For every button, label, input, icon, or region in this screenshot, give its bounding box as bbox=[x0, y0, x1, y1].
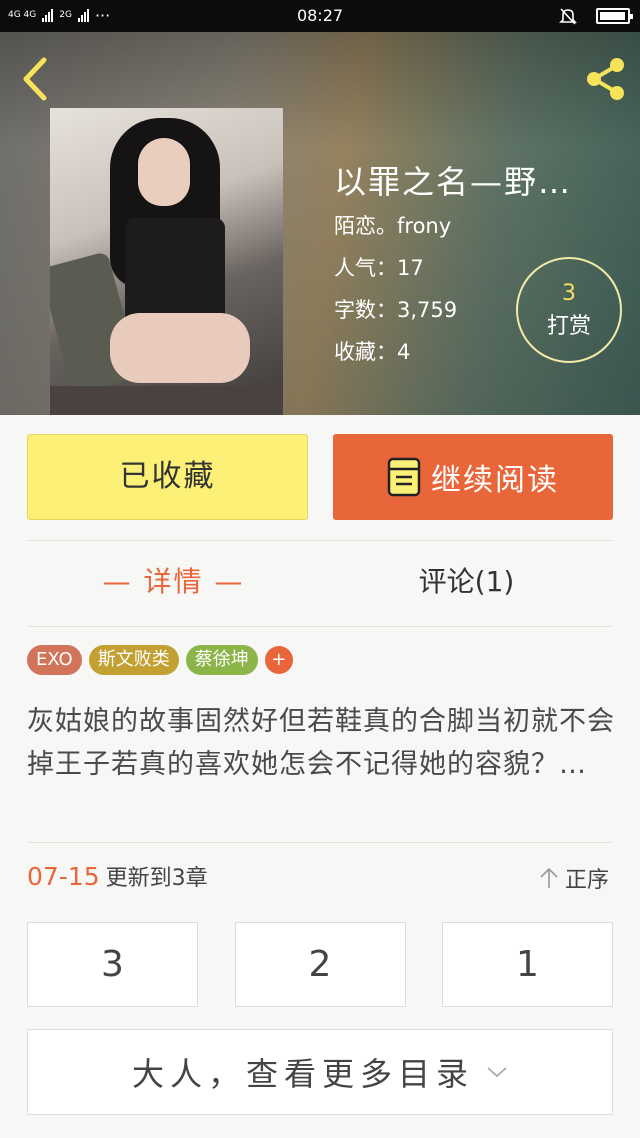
divider bbox=[27, 626, 613, 627]
book-title: 以罪之名—野… bbox=[334, 163, 573, 201]
add-tag-button[interactable]: + bbox=[264, 646, 293, 674]
tag-list: EXO 斯文败类 蔡徐坤 + bbox=[27, 645, 293, 675]
update-text: 更新到3章 bbox=[105, 866, 208, 891]
more-toc-label: 大人，查看更多目录 bbox=[131, 1055, 474, 1093]
book-author[interactable]: 陌恋。frony bbox=[334, 206, 572, 246]
chapter-grid: 3 2 1 bbox=[27, 922, 613, 1007]
divider bbox=[27, 540, 613, 541]
book-cover-image bbox=[50, 108, 283, 415]
status-bar: 4G 4G 2G ··· 08:27 bbox=[0, 0, 640, 32]
book-description[interactable]: 灰姑娘的故事固然好但若鞋真的合脚当初就不会掉王子若真的喜欢她怎会不记得她的容貌？… bbox=[27, 700, 617, 786]
arrow-up-icon bbox=[540, 867, 558, 888]
sort-label: 正序 bbox=[564, 868, 609, 893]
status-right bbox=[558, 6, 633, 26]
tab-comments[interactable]: 评论(1) bbox=[320, 560, 613, 600]
tag-siwenbailei[interactable]: 斯文败类 bbox=[88, 645, 179, 675]
tab-detail[interactable]: — 详情 — bbox=[27, 560, 320, 600]
tag-caixukun[interactable]: 蔡徐坤 bbox=[185, 645, 258, 675]
continue-reading-button[interactable]: 继续阅读 bbox=[333, 434, 613, 520]
clock: 08:27 bbox=[296, 6, 344, 25]
back-button[interactable] bbox=[16, 54, 56, 104]
chapter-item[interactable]: 2 bbox=[234, 922, 406, 1007]
book-icon bbox=[387, 457, 421, 497]
chapter-item[interactable]: 3 bbox=[27, 922, 198, 1007]
continue-reading-label: 继续阅读 bbox=[431, 463, 559, 498]
tag-exo[interactable]: EXO bbox=[27, 645, 82, 675]
chapter-item[interactable]: 1 bbox=[442, 922, 613, 1007]
reward-button[interactable]: 3 打赏 bbox=[516, 257, 622, 363]
battery-icon bbox=[596, 8, 633, 24]
collected-button[interactable]: 已收藏 bbox=[27, 434, 308, 520]
update-row: 07-15 更新到3章 正序 bbox=[27, 860, 613, 900]
sort-toggle[interactable]: 正序 bbox=[539, 862, 609, 894]
chevron-down-icon bbox=[487, 1067, 507, 1078]
reward-label: 打赏 bbox=[546, 314, 591, 339]
mute-bell-icon bbox=[559, 8, 577, 25]
update-date: 07-15 bbox=[27, 862, 100, 891]
divider bbox=[27, 842, 613, 843]
book-header: 以罪之名—野… 陌恋。frony 人气：17 字数：3,759 收藏：4 3 打… bbox=[0, 32, 640, 415]
reward-count: 3 bbox=[562, 281, 576, 306]
more-toc-button[interactable]: 大人，查看更多目录 bbox=[27, 1029, 613, 1115]
share-button[interactable] bbox=[580, 54, 630, 104]
